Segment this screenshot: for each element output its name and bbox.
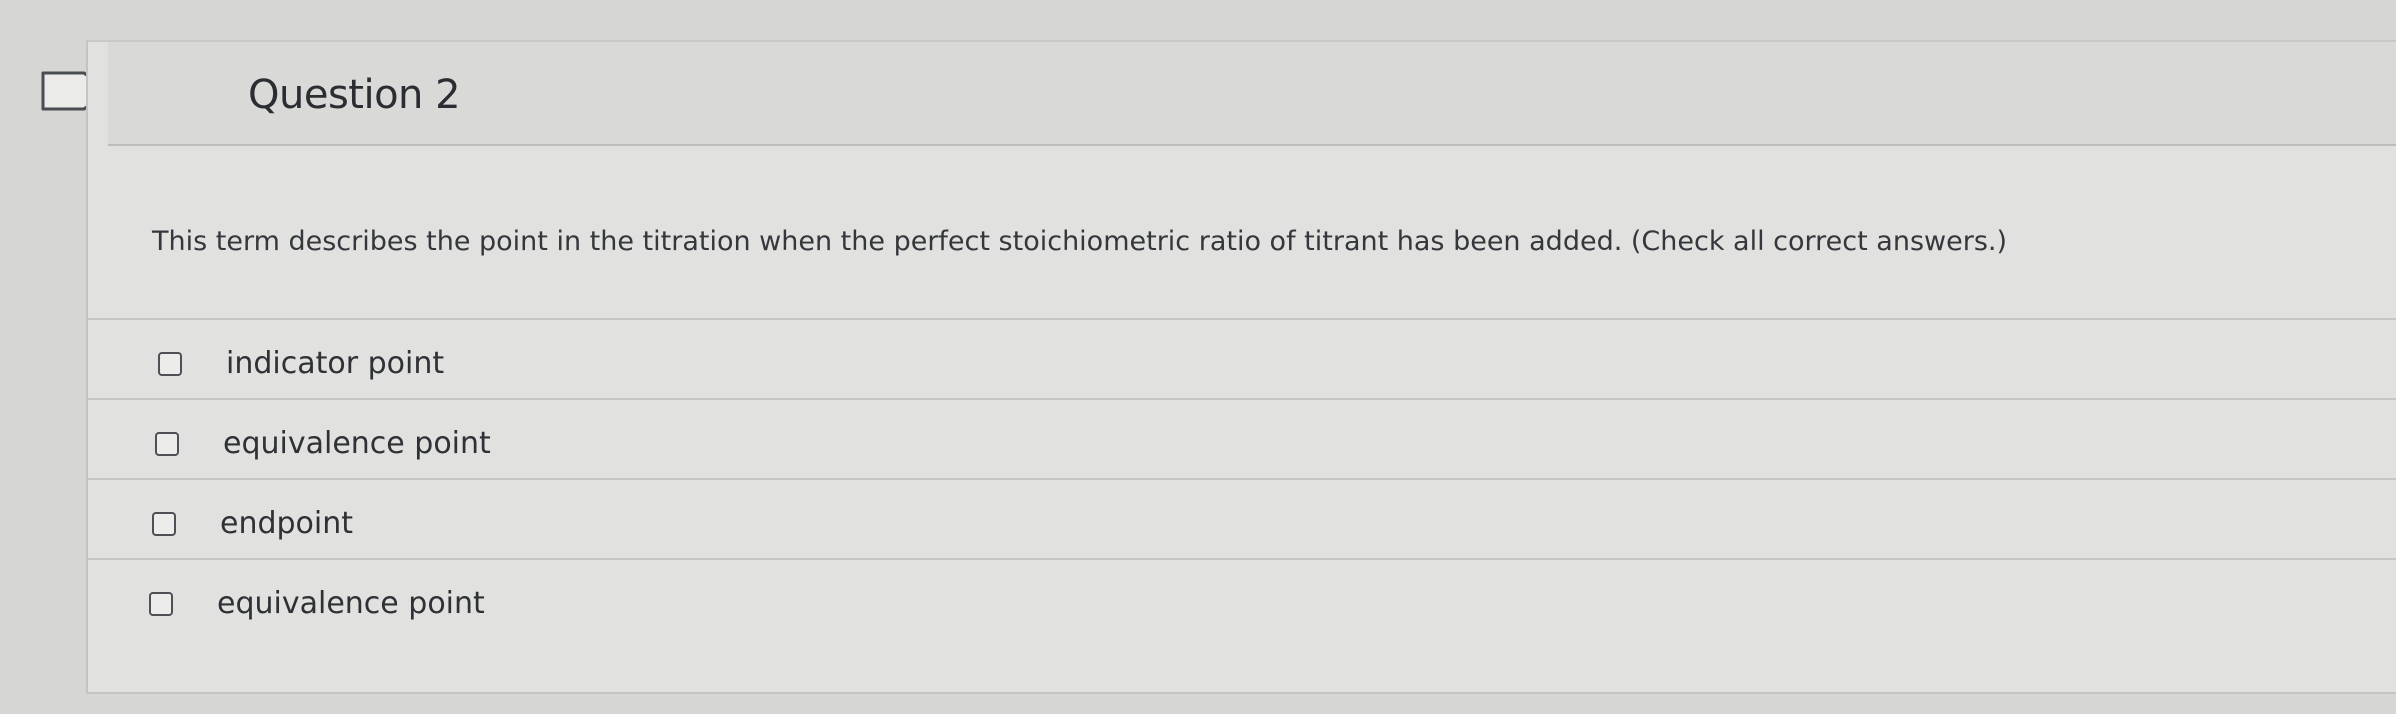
question-card: Question 2 This term describes the point… [86,40,2396,694]
option-row[interactable]: endpoint [88,478,2396,558]
option-checkbox[interactable] [149,592,173,616]
option-label: indicator point [226,346,445,381]
option-label: equivalence point [223,426,491,461]
option-checkbox[interactable] [155,432,179,456]
option-label: endpoint [220,506,354,541]
question-header: Question 2 [108,42,2396,146]
option-row[interactable]: equivalence point [88,398,2396,478]
option-row[interactable]: equivalence point [88,558,2396,638]
option-row[interactable]: indicator point [88,318,2396,398]
option-checkbox[interactable] [158,352,182,376]
question-prompt: This term describes the point in the tit… [152,226,2007,257]
option-label: equivalence point [217,586,485,621]
question-title: Question 2 [248,72,461,118]
option-checkbox[interactable] [152,512,176,536]
